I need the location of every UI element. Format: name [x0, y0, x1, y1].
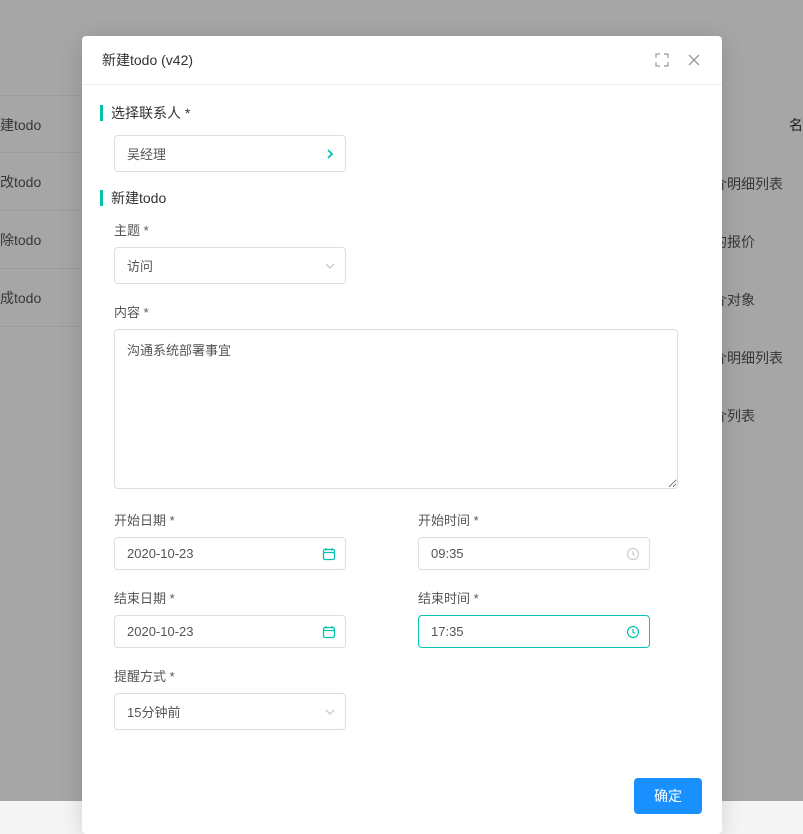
reminder-label: 提醒方式 * [114, 666, 678, 685]
content-textarea[interactable] [114, 329, 678, 489]
section-contact-title: 选择联系人 * [100, 105, 678, 121]
subject-label: 主题 * [114, 220, 678, 239]
close-icon[interactable] [686, 52, 702, 68]
end-date-label: 结束日期 * [114, 588, 346, 607]
reminder-select[interactable]: 15分钟前 [114, 693, 346, 730]
contact-select[interactable]: 吴经理 [114, 135, 346, 172]
subject-select[interactable]: 访问 [114, 247, 346, 284]
end-time-input[interactable] [418, 615, 650, 648]
start-date-input[interactable] [114, 537, 346, 570]
content-label: 内容 * [114, 302, 678, 321]
confirm-button[interactable]: 确定 [634, 778, 702, 814]
expand-icon[interactable] [654, 52, 670, 68]
start-time-label: 开始时间 * [418, 510, 650, 529]
modal-body: 选择联系人 * 吴经理 新建todo 主题 * 访问 [82, 85, 722, 758]
new-todo-modal: 新建todo (v42) 选择联系人 * 吴经理 [82, 36, 722, 834]
start-time-input[interactable] [418, 537, 650, 570]
end-time-label: 结束时间 * [418, 588, 650, 607]
modal-title: 新建todo (v42) [102, 50, 193, 70]
modal-header: 新建todo (v42) [82, 36, 722, 85]
end-date-input[interactable] [114, 615, 346, 648]
start-date-label: 开始日期 * [114, 510, 346, 529]
section-todo-title: 新建todo [100, 190, 678, 206]
modal-footer: 确定 [82, 758, 722, 834]
